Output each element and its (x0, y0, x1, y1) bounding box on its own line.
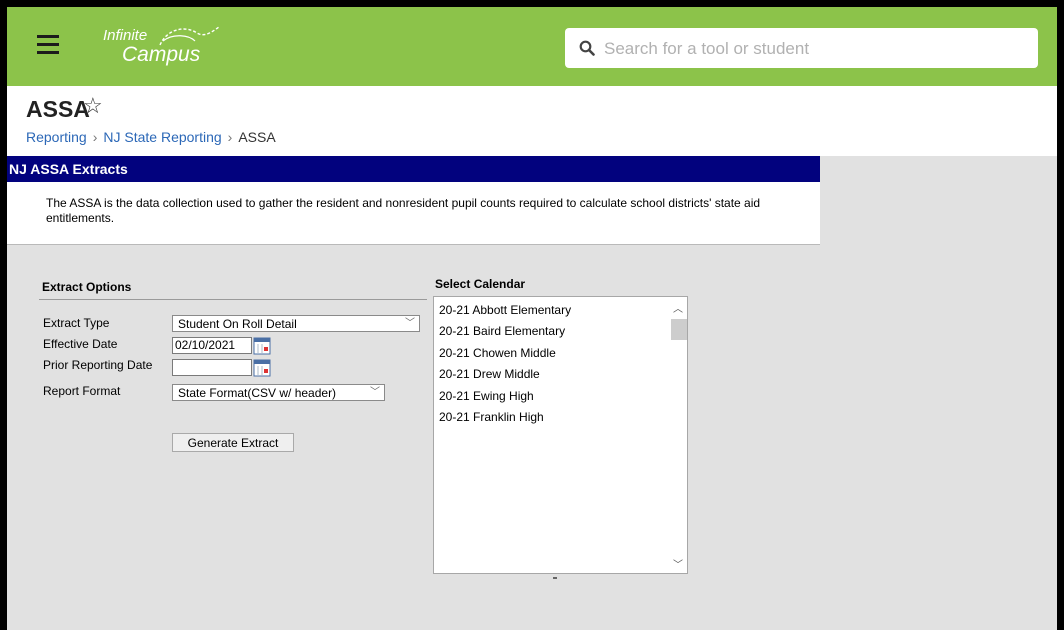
list-item[interactable]: 20-21 Chowen Middle (439, 346, 556, 360)
list-item[interactable]: 20-21 Drew Middle (439, 367, 540, 381)
favorite-star-icon[interactable]: ☆ (83, 93, 103, 119)
divider (553, 577, 557, 579)
calendar-icon[interactable] (253, 359, 271, 377)
extract-type-value: Student On Roll Detail (178, 317, 297, 331)
prior-reporting-date-input[interactable] (172, 359, 252, 376)
logo-line1: Infinite (103, 27, 148, 44)
list-item[interactable]: 20-21 Franklin High (439, 410, 544, 424)
extract-options-title: Extract Options (42, 280, 132, 294)
prior-reporting-date-label: Prior Reporting Date (43, 358, 153, 372)
chevron-down-icon: ﹀ (405, 318, 415, 329)
scrollbar[interactable]: ︿ ﹀ (668, 297, 687, 573)
report-format-value: State Format(CSV w/ header) (178, 386, 337, 400)
list-item[interactable]: 20-21 Baird Elementary (439, 324, 565, 338)
report-format-label: Report Format (43, 384, 121, 398)
breadcrumb-separator-icon: › (92, 129, 98, 145)
logo-swoosh-icon (159, 26, 220, 46)
breadcrumb: Reporting › NJ State Reporting › ASSA (26, 129, 276, 145)
report-format-select[interactable]: State Format(CSV w/ header) ﹀ (172, 384, 385, 401)
search-icon (579, 40, 595, 56)
extract-type-select[interactable]: Student On Roll Detail ﹀ (172, 315, 420, 332)
chevron-down-icon[interactable]: ﹀ (673, 556, 683, 571)
app-window: Infinite Campus ASSA ☆ Reporting › NJ Stat… (7, 7, 1057, 630)
infinite-campus-logo[interactable]: Infinite Campus (103, 21, 233, 71)
search-box[interactable] (565, 28, 1038, 68)
calendar-listbox[interactable]: 20-21 Abbott Elementary 20-21 Baird Elem… (433, 296, 688, 574)
select-calendar-title: Select Calendar (435, 277, 526, 291)
effective-date-input[interactable]: 02/10/2021 (172, 337, 252, 354)
list-item[interactable]: 20-21 Ewing High (439, 389, 534, 403)
calendar-icon[interactable] (253, 337, 271, 355)
breadcrumb-nj-state-reporting[interactable]: NJ State Reporting (103, 129, 221, 145)
effective-date-label: Effective Date (43, 337, 118, 351)
breadcrumb-reporting[interactable]: Reporting (26, 129, 87, 145)
generate-extract-button[interactable]: Generate Extract (172, 433, 294, 452)
search-input[interactable] (602, 36, 1026, 62)
list-item[interactable]: 20-21 Abbott Elementary (439, 303, 571, 317)
hamburger-menu-icon[interactable] (37, 35, 59, 55)
divider (39, 299, 427, 300)
page-title: ASSA (26, 96, 90, 122)
extract-panel: NJ ASSA Extracts The ASSA is the data co… (7, 156, 820, 245)
panel-description: The ASSA is the data collection used to … (46, 196, 761, 225)
page-header: ASSA ☆ Reporting › NJ State Reporting › ASSA (7, 86, 1057, 156)
breadcrumb-current: ASSA (238, 129, 276, 145)
top-bar: Infinite Campus (7, 7, 1057, 86)
scrollbar-thumb[interactable] (671, 319, 687, 340)
chevron-down-icon: ﹀ (370, 387, 380, 398)
breadcrumb-separator-icon: › (227, 129, 233, 145)
extract-type-label: Extract Type (43, 316, 110, 330)
chevron-up-icon[interactable]: ︿ (673, 300, 683, 315)
panel-header: NJ ASSA Extracts (7, 156, 820, 182)
